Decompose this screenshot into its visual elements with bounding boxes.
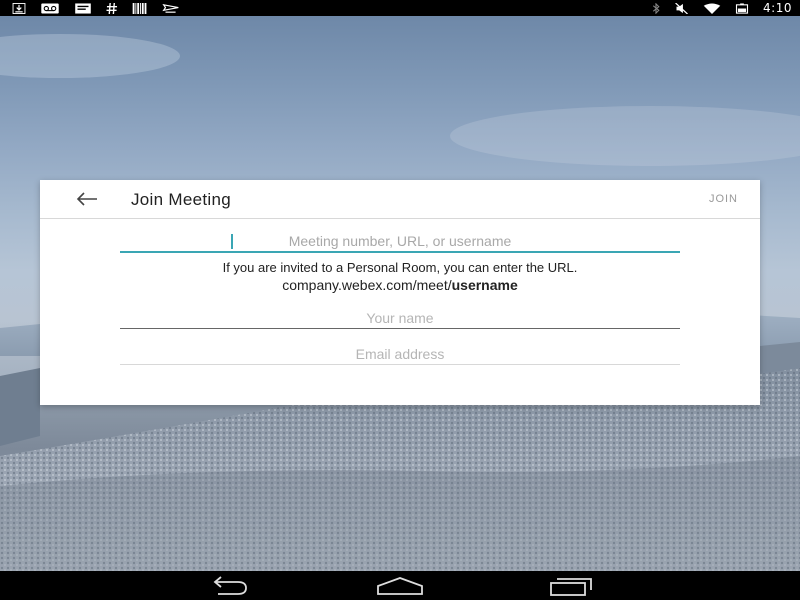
mute-icon xyxy=(675,2,688,14)
message-icon xyxy=(75,2,91,14)
url-prefix: company.webex.com/meet/ xyxy=(282,277,452,293)
hashtag-icon xyxy=(106,2,118,14)
join-meeting-dialog: Join Meeting JOIN If you are invited to … xyxy=(40,180,760,405)
barcode-icon xyxy=(132,2,147,14)
arrow-left-icon xyxy=(76,192,97,206)
email-address-input[interactable] xyxy=(120,343,680,365)
home-nav-icon[interactable] xyxy=(374,575,426,597)
personal-room-hint: If you are invited to a Personal Room, y… xyxy=(222,260,578,275)
plane-icon xyxy=(162,3,179,13)
clock-time: 4:10 xyxy=(763,1,792,15)
status-right-icons: 4:10 xyxy=(651,1,792,15)
personal-room-url-example: company.webex.com/meet/username xyxy=(40,277,760,293)
text-cursor xyxy=(231,234,233,249)
download-icon xyxy=(12,2,26,14)
status-bar: 4:10 xyxy=(0,0,800,16)
recent-apps-nav-icon[interactable] xyxy=(548,575,596,597)
status-left-icons xyxy=(12,2,180,14)
wifi-icon xyxy=(703,2,721,14)
voicemail-icon xyxy=(41,2,59,14)
url-username: username xyxy=(451,277,518,293)
back-button[interactable] xyxy=(74,189,100,209)
your-name-input[interactable] xyxy=(120,307,680,329)
bluetooth-icon xyxy=(652,2,660,14)
meeting-number-input[interactable] xyxy=(120,231,680,253)
back-nav-icon[interactable] xyxy=(204,575,254,597)
dialog-header: Join Meeting JOIN xyxy=(40,180,760,219)
dialog-title: Join Meeting xyxy=(131,190,231,209)
battery-icon xyxy=(735,2,749,14)
navigation-bar xyxy=(0,571,800,600)
join-button[interactable]: JOIN xyxy=(709,193,738,205)
